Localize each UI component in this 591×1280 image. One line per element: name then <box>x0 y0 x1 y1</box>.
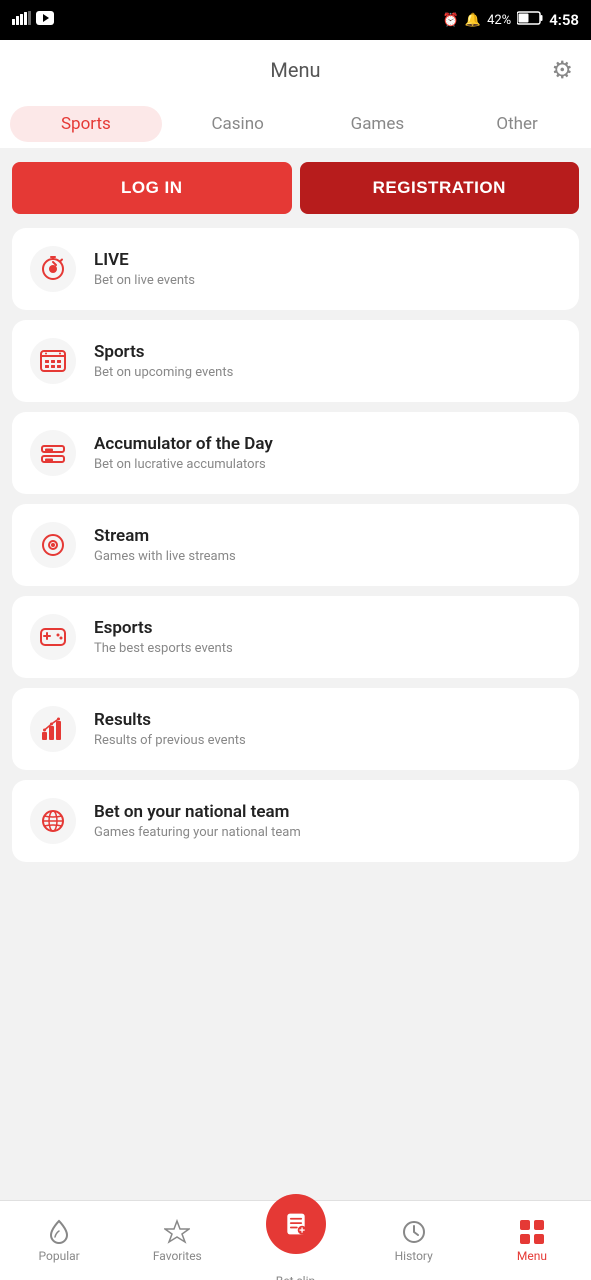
history-label: History <box>395 1249 433 1263</box>
app-header: Menu ⚙ <box>0 40 591 100</box>
menu-icon <box>519 1219 545 1245</box>
battery-text: 42% <box>487 13 511 28</box>
results-title: Results <box>94 710 246 730</box>
live-title: LIVE <box>94 250 195 270</box>
header-title: Menu <box>270 58 320 82</box>
menu-label: Menu <box>517 1249 547 1263</box>
nav-menu[interactable]: Menu <box>473 1219 591 1263</box>
esports-text: Esports The best esports events <box>94 618 233 656</box>
gear-icon[interactable]: ⚙ <box>551 56 573 84</box>
nav-popular[interactable]: Popular <box>0 1219 118 1263</box>
mute-icon: 🔔 <box>465 13 481 28</box>
sports-icon <box>30 338 76 384</box>
betslip-label: Bet slip <box>276 1274 316 1280</box>
stream-icon <box>30 522 76 568</box>
category-tabs: Sports Casino Games Other <box>0 100 591 148</box>
live-text: LIVE Bet on live events <box>94 250 195 288</box>
menu-item-accumulator[interactable]: Accumulator of the Day Bet on lucrative … <box>12 412 579 494</box>
history-icon <box>401 1219 427 1245</box>
favorites-icon <box>164 1219 190 1245</box>
bottom-nav: Popular Favorites Bet slip His <box>0 1200 591 1280</box>
status-bar: ⏰ 🔔 42% 4:58 <box>0 0 591 40</box>
results-text: Results Results of previous events <box>94 710 246 748</box>
sports-subtitle: Bet on upcoming events <box>94 365 233 380</box>
national-subtitle: Games featuring your national team <box>94 825 301 840</box>
nav-betslip[interactable]: Bet slip <box>236 1194 354 1280</box>
esports-icon <box>30 614 76 660</box>
national-text: Bet on your national team Games featurin… <box>94 802 301 840</box>
national-title: Bet on your national team <box>94 802 301 822</box>
sports-title: Sports <box>94 342 233 362</box>
menu-item-stream[interactable]: Stream Games with live streams <box>12 504 579 586</box>
nav-history[interactable]: History <box>355 1219 473 1263</box>
stream-subtitle: Games with live streams <box>94 549 236 564</box>
stream-text: Stream Games with live streams <box>94 526 236 564</box>
tab-games[interactable]: Games <box>308 102 448 146</box>
time-display: 4:58 <box>549 11 579 29</box>
alarm-icon: ⏰ <box>443 13 459 28</box>
register-button[interactable]: REGISTRATION <box>300 162 580 214</box>
esports-subtitle: The best esports events <box>94 641 233 656</box>
status-right: ⏰ 🔔 42% 4:58 <box>443 11 579 29</box>
auth-buttons-container: LOG IN REGISTRATION <box>0 148 591 228</box>
favorites-label: Favorites <box>153 1249 202 1263</box>
sports-text: Sports Bet on upcoming events <box>94 342 233 380</box>
signal-icon <box>12 11 32 29</box>
tab-casino[interactable]: Casino <box>168 102 308 146</box>
popular-label: Popular <box>39 1249 80 1263</box>
stream-title: Stream <box>94 526 236 546</box>
menu-item-national[interactable]: Bet on your national team Games featurin… <box>12 780 579 862</box>
betslip-button[interactable] <box>266 1194 326 1254</box>
live-icon <box>30 246 76 292</box>
results-icon <box>30 706 76 752</box>
tab-other[interactable]: Other <box>447 102 587 146</box>
nav-favorites[interactable]: Favorites <box>118 1219 236 1263</box>
menu-item-results[interactable]: Results Results of previous events <box>12 688 579 770</box>
accumulator-icon <box>30 430 76 476</box>
esports-title: Esports <box>94 618 233 638</box>
accumulator-text: Accumulator of the Day Bet on lucrative … <box>94 434 273 472</box>
betslip-icon <box>283 1211 309 1237</box>
menu-item-sports[interactable]: Sports Bet on upcoming events <box>12 320 579 402</box>
accumulator-subtitle: Bet on lucrative accumulators <box>94 457 273 472</box>
popular-icon <box>46 1219 72 1245</box>
accumulator-title: Accumulator of the Day <box>94 434 273 454</box>
national-icon <box>30 798 76 844</box>
youtube-icon <box>36 11 54 29</box>
live-subtitle: Bet on live events <box>94 273 195 288</box>
login-button[interactable]: LOG IN <box>12 162 292 214</box>
battery-icon <box>517 11 543 29</box>
status-left <box>12 11 54 29</box>
menu-item-esports[interactable]: Esports The best esports events <box>12 596 579 678</box>
menu-list: LIVE Bet on live events Sports Bet on up… <box>0 228 591 874</box>
results-subtitle: Results of previous events <box>94 733 246 748</box>
menu-item-live[interactable]: LIVE Bet on live events <box>12 228 579 310</box>
tab-sports[interactable]: Sports <box>10 106 162 142</box>
